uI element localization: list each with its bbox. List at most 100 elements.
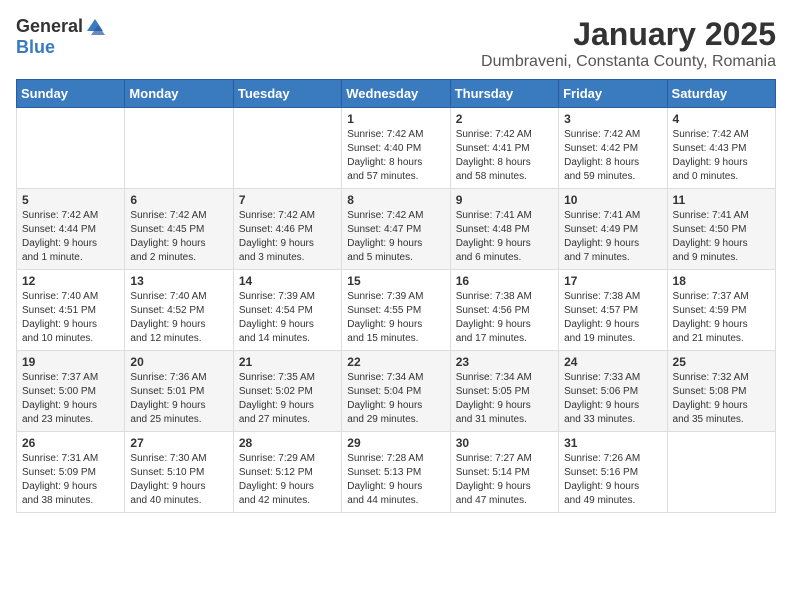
day-info: Sunrise: 7:28 AM Sunset: 5:13 PM Dayligh… — [347, 452, 444, 508]
day-info: Sunrise: 7:29 AM Sunset: 5:12 PM Dayligh… — [239, 452, 336, 508]
calendar-week-5: 26Sunrise: 7:31 AM Sunset: 5:09 PM Dayli… — [17, 432, 776, 513]
calendar-cell: 29 Sunrise: 7:28 AM Sunset: 5:13 PM Dayli… — [342, 432, 450, 513]
day-info: Sunrise: 7:42 AM Sunset: 4:47 PM Dayligh… — [347, 209, 444, 265]
day-info: Sunrise: 7:39 AM Sunset: 4:55 PM Dayligh… — [347, 290, 444, 346]
calendar-cell: 20 Sunrise: 7:36 AM Sunset: 5:01 PM Dayli… — [125, 351, 233, 432]
day-info: Sunrise: 7:41 AM Sunset: 4:48 PM Dayligh… — [456, 209, 553, 265]
day-number: 1 — [347, 112, 444, 126]
day-number: 23 — [456, 355, 553, 369]
day-info: Sunrise: 7:36 AM Sunset: 5:01 PM Dayligh… — [130, 371, 227, 427]
calendar-cell: 5Sunrise: 7:42 AM Sunset: 4:44 PM Daylig… — [17, 189, 125, 270]
day-number: 10 — [564, 193, 661, 207]
weekday-header-thursday: Thursday — [450, 80, 558, 108]
calendar-cell: 24Sunrise: 7:33 AM Sunset: 5:06 PM Dayli… — [559, 351, 667, 432]
day-info: Sunrise: 7:42 AM Sunset: 4:45 PM Dayligh… — [130, 209, 227, 265]
calendar-cell: 15 Sunrise: 7:39 AM Sunset: 4:55 PM Dayli… — [342, 270, 450, 351]
calendar-cell: 2 Sunrise: 7:42 AM Sunset: 4:41 PM Daylig… — [450, 108, 558, 189]
calendar-cell — [17, 108, 125, 189]
logo-blue-text: Blue — [16, 37, 55, 58]
day-info: Sunrise: 7:42 AM Sunset: 4:40 PM Dayligh… — [347, 128, 444, 184]
calendar-week-1: 1 Sunrise: 7:42 AM Sunset: 4:40 PM Daylig… — [17, 108, 776, 189]
calendar-cell — [233, 108, 341, 189]
day-number: 3 — [564, 112, 661, 126]
calendar-week-2: 5Sunrise: 7:42 AM Sunset: 4:44 PM Daylig… — [17, 189, 776, 270]
calendar-cell: 21 Sunrise: 7:35 AM Sunset: 5:02 PM Dayli… — [233, 351, 341, 432]
calendar-cell: 28 Sunrise: 7:29 AM Sunset: 5:12 PM Dayli… — [233, 432, 341, 513]
day-info: Sunrise: 7:39 AM Sunset: 4:54 PM Dayligh… — [239, 290, 336, 346]
calendar-body: 1 Sunrise: 7:42 AM Sunset: 4:40 PM Daylig… — [17, 108, 776, 513]
day-number: 20 — [130, 355, 227, 369]
day-number: 15 — [347, 274, 444, 288]
location-title: Dumbraveni, Constanta County, Romania — [481, 53, 776, 71]
weekday-header-saturday: Saturday — [667, 80, 775, 108]
day-number: 14 — [239, 274, 336, 288]
day-info: Sunrise: 7:41 AM Sunset: 4:50 PM Dayligh… — [673, 209, 770, 265]
logo-icon — [85, 17, 105, 37]
weekday-header-row: SundayMondayTuesdayWednesdayThursdayFrid… — [17, 80, 776, 108]
day-number: 21 — [239, 355, 336, 369]
calendar-cell: 3 Sunrise: 7:42 AM Sunset: 4:42 PM Daylig… — [559, 108, 667, 189]
day-number: 7 — [239, 193, 336, 207]
day-info: Sunrise: 7:35 AM Sunset: 5:02 PM Dayligh… — [239, 371, 336, 427]
day-number: 31 — [564, 436, 661, 450]
calendar-cell: 12Sunrise: 7:40 AM Sunset: 4:51 PM Dayli… — [17, 270, 125, 351]
day-info: Sunrise: 7:42 AM Sunset: 4:41 PM Dayligh… — [456, 128, 553, 184]
day-number: 22 — [347, 355, 444, 369]
day-info: Sunrise: 7:27 AM Sunset: 5:14 PM Dayligh… — [456, 452, 553, 508]
day-number: 16 — [456, 274, 553, 288]
day-number: 5 — [22, 193, 119, 207]
day-number: 30 — [456, 436, 553, 450]
calendar-cell: 6 Sunrise: 7:42 AM Sunset: 4:45 PM Daylig… — [125, 189, 233, 270]
day-info: Sunrise: 7:26 AM Sunset: 5:16 PM Dayligh… — [564, 452, 661, 508]
calendar-cell: 27Sunrise: 7:30 AM Sunset: 5:10 PM Dayli… — [125, 432, 233, 513]
calendar-cell: 30 Sunrise: 7:27 AM Sunset: 5:14 PM Dayli… — [450, 432, 558, 513]
weekday-header-friday: Friday — [559, 80, 667, 108]
calendar-cell: 19 Sunrise: 7:37 AM Sunset: 5:00 PM Dayli… — [17, 351, 125, 432]
calendar-cell — [125, 108, 233, 189]
day-number: 6 — [130, 193, 227, 207]
calendar-cell: 22Sunrise: 7:34 AM Sunset: 5:04 PM Dayli… — [342, 351, 450, 432]
calendar-week-3: 12Sunrise: 7:40 AM Sunset: 4:51 PM Dayli… — [17, 270, 776, 351]
calendar-cell: 11 Sunrise: 7:41 AM Sunset: 4:50 PM Dayli… — [667, 189, 775, 270]
day-number: 8 — [347, 193, 444, 207]
day-info: Sunrise: 7:38 AM Sunset: 4:56 PM Dayligh… — [456, 290, 553, 346]
month-title: January 2025 — [481, 16, 776, 53]
calendar-cell: 16 Sunrise: 7:38 AM Sunset: 4:56 PM Dayli… — [450, 270, 558, 351]
day-number: 11 — [673, 193, 770, 207]
calendar-cell: 4Sunrise: 7:42 AM Sunset: 4:43 PM Daylig… — [667, 108, 775, 189]
day-number: 17 — [564, 274, 661, 288]
logo-general-text: General — [16, 16, 83, 37]
calendar-cell: 9 Sunrise: 7:41 AM Sunset: 4:48 PM Daylig… — [450, 189, 558, 270]
day-info: Sunrise: 7:38 AM Sunset: 4:57 PM Dayligh… — [564, 290, 661, 346]
calendar-cell: 10 Sunrise: 7:41 AM Sunset: 4:49 PM Dayli… — [559, 189, 667, 270]
calendar-cell: 17 Sunrise: 7:38 AM Sunset: 4:57 PM Dayli… — [559, 270, 667, 351]
weekday-header-wednesday: Wednesday — [342, 80, 450, 108]
weekday-header-tuesday: Tuesday — [233, 80, 341, 108]
day-info: Sunrise: 7:32 AM Sunset: 5:08 PM Dayligh… — [673, 371, 770, 427]
day-number: 29 — [347, 436, 444, 450]
day-number: 28 — [239, 436, 336, 450]
calendar-week-4: 19 Sunrise: 7:37 AM Sunset: 5:00 PM Dayli… — [17, 351, 776, 432]
day-number: 19 — [22, 355, 119, 369]
calendar-cell — [667, 432, 775, 513]
weekday-header-sunday: Sunday — [17, 80, 125, 108]
day-number: 9 — [456, 193, 553, 207]
day-number: 13 — [130, 274, 227, 288]
day-number: 27 — [130, 436, 227, 450]
day-info: Sunrise: 7:37 AM Sunset: 5:00 PM Dayligh… — [22, 371, 119, 427]
title-block: January 2025 Dumbraveni, Constanta Count… — [481, 16, 776, 71]
page-header: General Blue January 2025 Dumbraveni, Co… — [16, 16, 776, 71]
calendar-cell: 18Sunrise: 7:37 AM Sunset: 4:59 PM Dayli… — [667, 270, 775, 351]
calendar-cell: 14 Sunrise: 7:39 AM Sunset: 4:54 PM Dayli… — [233, 270, 341, 351]
weekday-header-monday: Monday — [125, 80, 233, 108]
calendar-cell: 7Sunrise: 7:42 AM Sunset: 4:46 PM Daylig… — [233, 189, 341, 270]
day-info: Sunrise: 7:41 AM Sunset: 4:49 PM Dayligh… — [564, 209, 661, 265]
day-number: 18 — [673, 274, 770, 288]
calendar-cell: 8 Sunrise: 7:42 AM Sunset: 4:47 PM Daylig… — [342, 189, 450, 270]
logo: General Blue — [16, 16, 105, 58]
calendar-table: SundayMondayTuesdayWednesdayThursdayFrid… — [16, 79, 776, 513]
day-number: 25 — [673, 355, 770, 369]
day-number: 2 — [456, 112, 553, 126]
calendar-cell: 13Sunrise: 7:40 AM Sunset: 4:52 PM Dayli… — [125, 270, 233, 351]
day-info: Sunrise: 7:42 AM Sunset: 4:42 PM Dayligh… — [564, 128, 661, 184]
